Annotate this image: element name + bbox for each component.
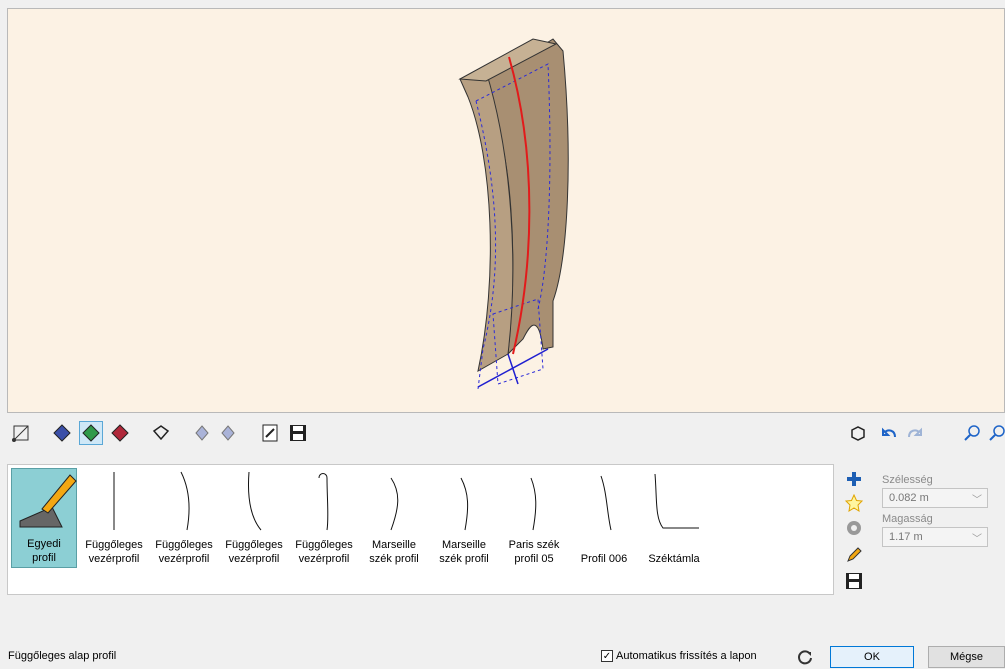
profile-006-icon [600, 475, 612, 531]
redo-icon[interactable] [902, 421, 926, 445]
profile-label: Egyedi [27, 538, 61, 550]
profile-label: Függőleges [295, 539, 353, 551]
profile-tile[interactable]: Paris szék profil 05 [501, 468, 567, 568]
profile-label: vezérprofil [158, 553, 210, 565]
shape-edit-icon[interactable] [149, 421, 173, 445]
hook-curve-profile-icon [318, 473, 329, 531]
ok-button[interactable]: OK [830, 646, 914, 668]
refresh-icon[interactable] [796, 648, 814, 666]
width-field[interactable]: 0.082 m ﹀ [882, 488, 988, 508]
height-field[interactable]: 1.17 m ﹀ [882, 527, 988, 547]
add-icon[interactable] [843, 468, 865, 490]
blue-cube-view-icon[interactable] [50, 421, 74, 445]
save-icon[interactable] [843, 570, 865, 592]
chevron-down-icon[interactable]: ﹀ [972, 491, 982, 506]
edit-document-icon[interactable] [258, 421, 282, 445]
profile-label: profil 05 [514, 553, 554, 565]
paris-profile-icon [530, 477, 537, 531]
profile-label: Marseille [441, 539, 486, 551]
red-cube-view-icon[interactable] [108, 421, 132, 445]
chair-leg-3d-model[interactable] [8, 9, 1005, 413]
status-text: Függőleges alap profil [8, 650, 117, 662]
auto-refresh-toggle[interactable]: ✓ Automatikus frissítés a lapon [601, 650, 757, 662]
profile-tile[interactable]: Függőleges vezérprofil [221, 468, 287, 568]
profile-label: Profil 006 [580, 553, 628, 565]
profile-label: szék profil [369, 553, 419, 565]
auto-refresh-checkbox[interactable]: ✓ [601, 650, 613, 662]
marseille-profile-icon [460, 477, 469, 531]
mirror-left-icon[interactable] [190, 421, 214, 445]
profile-label: Széktámla [648, 553, 700, 565]
profile-tile[interactable]: Profil 006 [571, 468, 637, 568]
profile-label: vezérprofil [88, 553, 140, 565]
profile-label: szék profil [439, 553, 489, 565]
custom-profile-pencil-icon [19, 474, 77, 528]
cancel-button[interactable]: Mégse [928, 646, 1005, 668]
undo-icon[interactable] [878, 421, 902, 445]
height-value: 1.17 m [889, 531, 923, 543]
edit-pencil-icon[interactable] [843, 544, 865, 566]
profile-label: vezérprofil [228, 553, 280, 565]
view-mode-icon[interactable] [9, 421, 33, 445]
straight-line-profile-icon [113, 472, 115, 530]
profile-label: profil [32, 552, 56, 564]
slight-curve-profile-icon [180, 471, 190, 531]
width-value: 0.082 m [889, 492, 929, 504]
profile-tile[interactable]: Széktámla [641, 468, 707, 568]
height-label: Magasság [882, 513, 933, 525]
profile-tile[interactable]: Függőleges vezérprofil [291, 468, 357, 568]
green-cube-view-icon[interactable] [79, 421, 103, 445]
profile-label: Függőleges [155, 539, 213, 551]
chevron-down-icon[interactable]: ﹀ [972, 530, 982, 545]
chair-back-profile-icon [654, 473, 699, 529]
profile-label: Marseille [371, 539, 416, 551]
profile-label: Függőleges [225, 539, 283, 551]
profile-tile[interactable]: Egyedi profil [11, 468, 77, 568]
profile-gallery: Egyedi profil Függőleges vezérprofil Függő… [7, 464, 834, 595]
width-label: Szélesség [882, 474, 933, 486]
profile-label: Paris szék [508, 539, 560, 551]
view-toolbar [0, 414, 1005, 460]
profile-label: vezérprofil [298, 553, 350, 565]
settings-gear-icon[interactable] [843, 517, 865, 539]
profile-tile[interactable]: Függőleges vezérprofil [151, 468, 217, 568]
auto-refresh-label: Automatikus frissítés a lapon [616, 650, 757, 662]
3d-box-icon[interactable] [846, 421, 870, 445]
profile-tile[interactable]: Marseille szék profil [431, 468, 497, 568]
marseille-profile-icon [390, 477, 399, 531]
profile-tile[interactable]: Marseille szék profil [361, 468, 427, 568]
zoom-in-icon[interactable] [960, 421, 984, 445]
favorite-star-icon[interactable] [843, 492, 865, 514]
save-icon[interactable] [286, 421, 310, 445]
zoom-out-icon[interactable] [985, 421, 1005, 445]
profile-label: Függőleges [85, 539, 143, 551]
3d-viewport[interactable] [7, 8, 1005, 413]
mirror-right-icon[interactable] [216, 421, 240, 445]
curve-profile-icon [248, 471, 262, 531]
profile-tile[interactable]: Függőleges vezérprofil [81, 468, 147, 568]
